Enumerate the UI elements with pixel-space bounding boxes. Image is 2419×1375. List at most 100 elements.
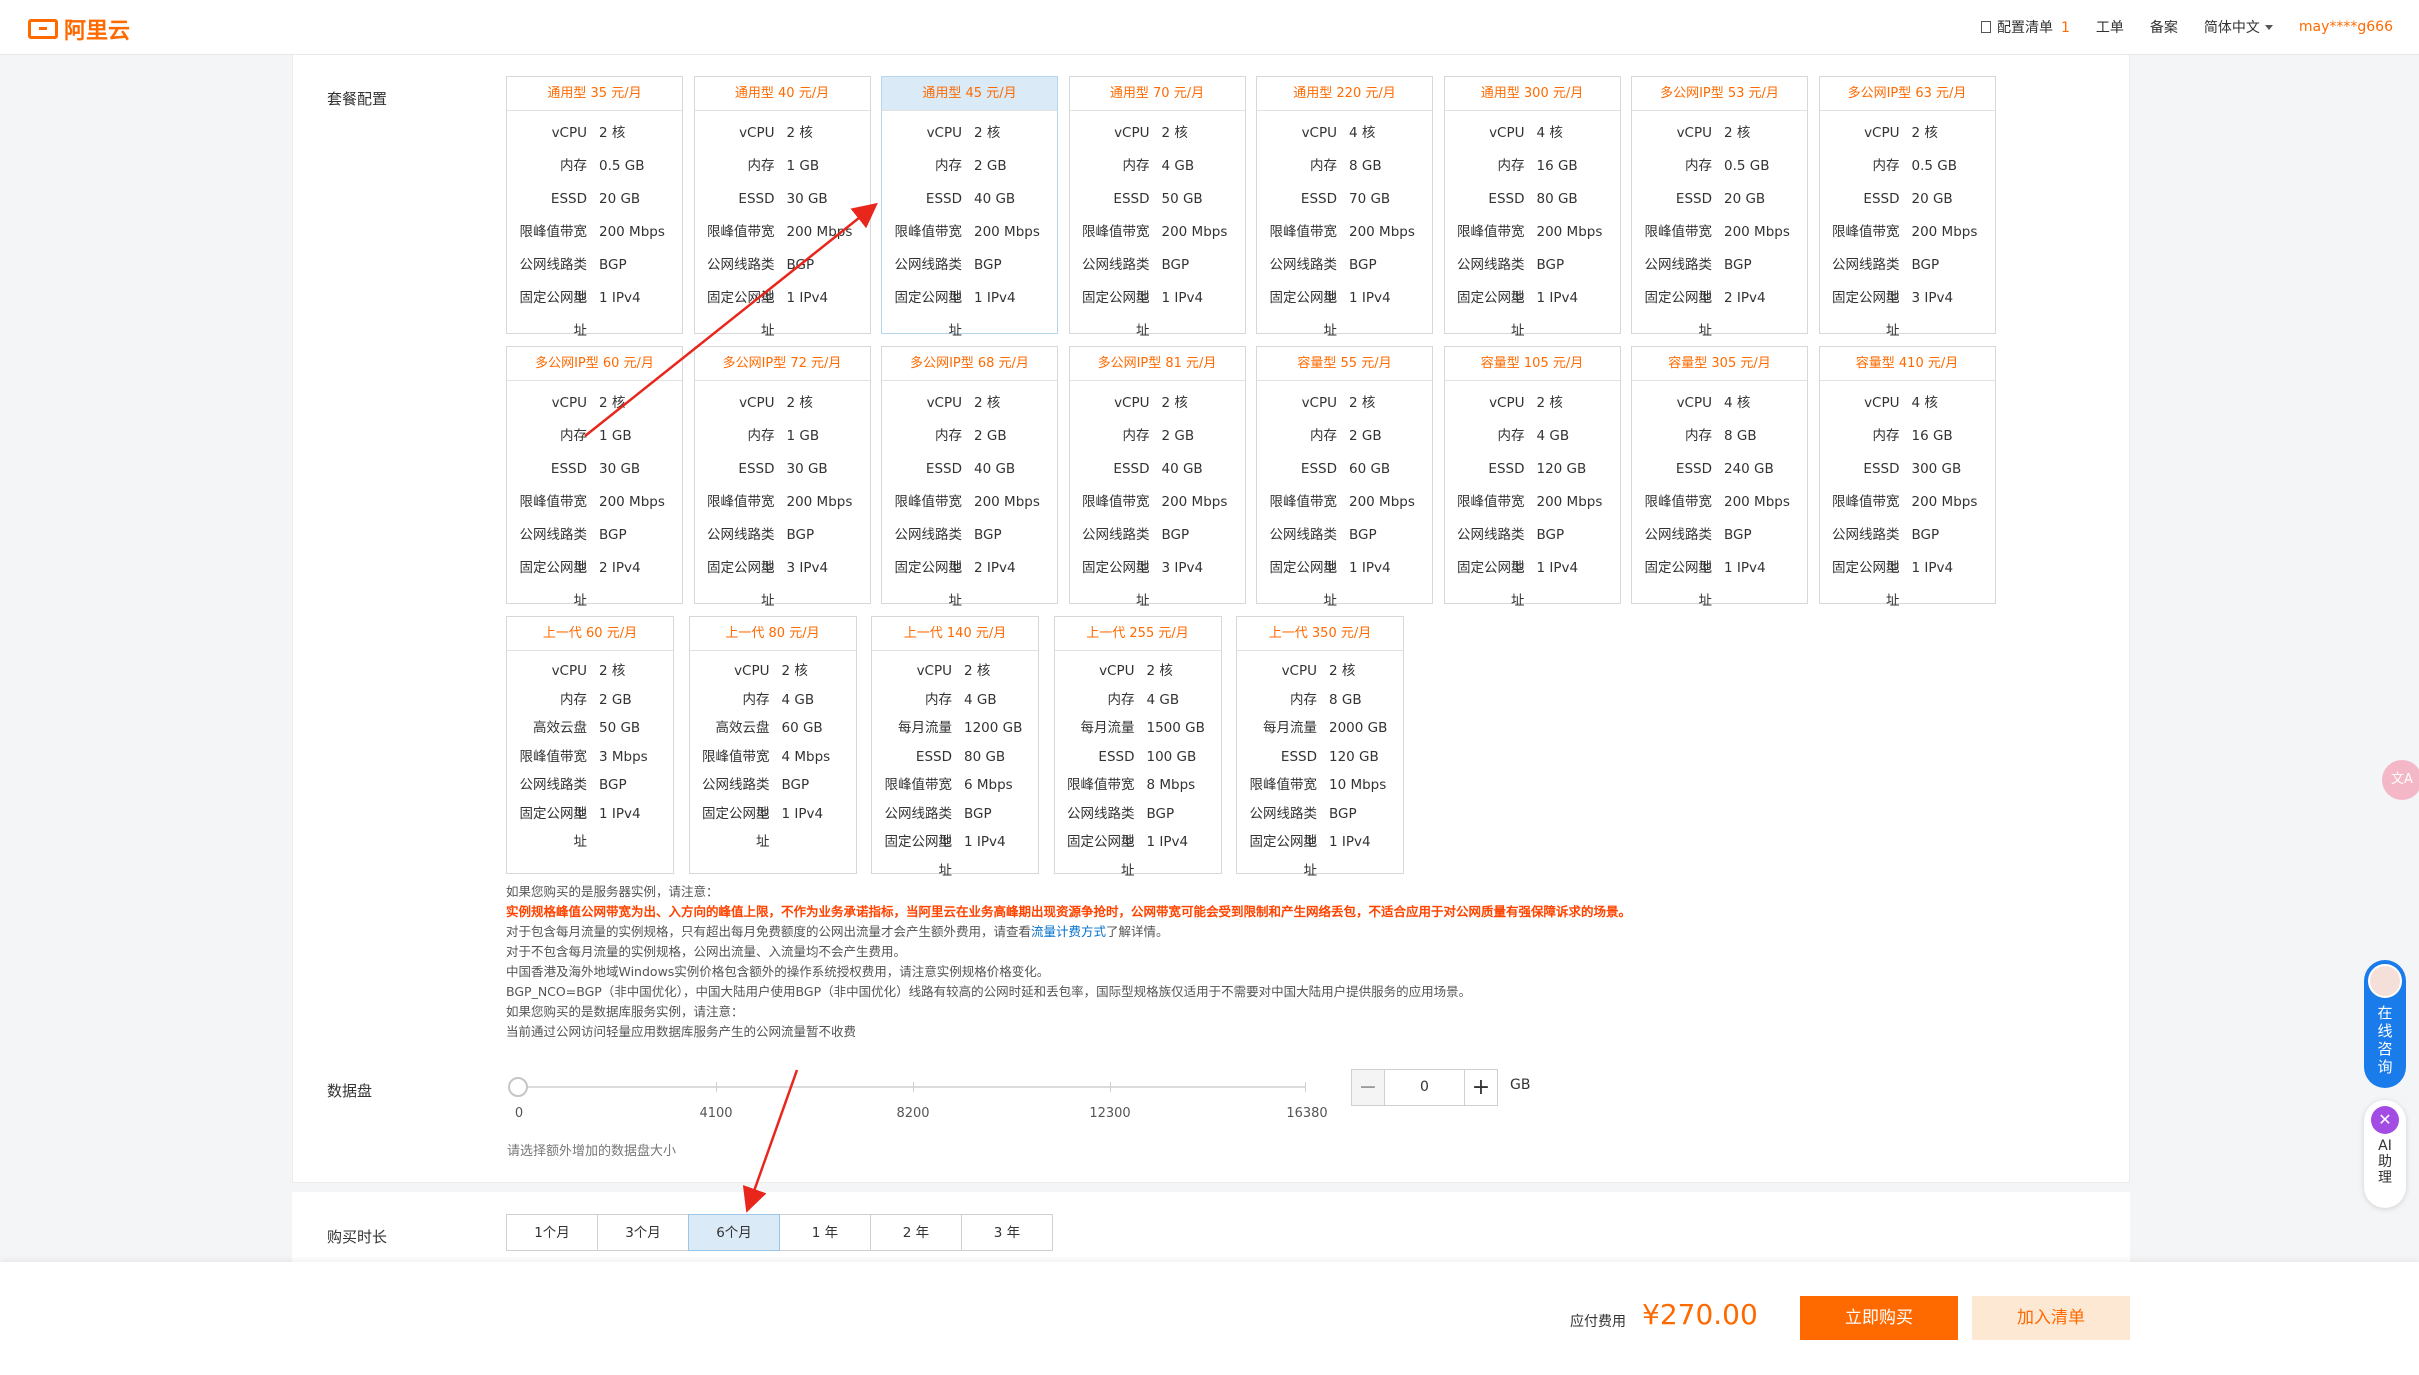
- spec-row: vCPU 2 核: [872, 657, 1038, 686]
- record-link[interactable]: 备案: [2150, 17, 2178, 37]
- spec-value: 40 GB: [974, 191, 1016, 207]
- cart-link[interactable]: 配置清单 1: [1980, 17, 2070, 37]
- spec-key: ESSD: [1113, 461, 1150, 477]
- ai-assistant-icon: ✕: [2371, 1106, 2399, 1134]
- spec-key: 固定公网地址: [1644, 560, 1713, 609]
- plan-card[interactable]: 容量型 410 元/月 vCPU 4 核内存 16 GB ESSD 300 GB 限峰值带宽…: [1818, 346, 1996, 609]
- spec-row: vCPU 4 核: [1632, 387, 1807, 420]
- ticket-link[interactable]: 工单: [2096, 17, 2124, 37]
- plan-card[interactable]: 通用型 45 元/月 vCPU 2 核内存 2 GB ESSD 40 GB 限峰值带宽 200…: [881, 76, 1058, 339]
- spec-row: 公网线路类型 BGP: [507, 249, 682, 306]
- duration-option[interactable]: 6个月: [688, 1214, 780, 1251]
- spec-row: ESSD 40 GB: [882, 453, 1057, 486]
- spec-row: 固定公网地址 1 IPv4: [872, 828, 1038, 879]
- translate-icon[interactable]: 文A: [2382, 760, 2419, 800]
- spec-value: 2 核: [974, 395, 1001, 411]
- spec-key: 限峰值带宽: [1832, 224, 1900, 240]
- note-line: 如果您购买的是数据库服务实例，请注意：: [506, 1004, 744, 1019]
- ai-assistant-button[interactable]: ✕ AI 助理: [2364, 1100, 2406, 1208]
- user-account[interactable]: may****g666: [2299, 19, 2393, 35]
- plan-title: 容量型 55 元/月: [1257, 347, 1432, 381]
- spec-key: 固定公网地址: [1269, 560, 1338, 609]
- duration-option[interactable]: 3个月: [597, 1214, 689, 1251]
- plan-title: 上一代 80 元/月: [689, 617, 856, 651]
- aliyun-logo[interactable]: 阿里云: [28, 13, 130, 45]
- decrement-button[interactable]: −: [1352, 1070, 1385, 1105]
- spec-value: 6 Mbps: [964, 777, 1013, 793]
- plan-card[interactable]: 通用型 70 元/月 vCPU 2 核内存 4 GB ESSD 50 GB 限峰值带宽 200…: [1068, 76, 1246, 339]
- disk-slider-track[interactable]: [518, 1086, 1306, 1088]
- duration-option[interactable]: 1 年: [779, 1214, 871, 1251]
- plan-card[interactable]: 容量型 55 元/月 vCPU 2 核内存 2 GB ESSD 60 GB 限峰值带宽 200…: [1256, 346, 1433, 609]
- spec-row: ESSD 40 GB: [882, 183, 1057, 216]
- plan-card[interactable]: 上一代 140 元/月 vCPU 2 核内存 4 GB 每月流量 1200 GB ESSD 8…: [871, 616, 1039, 879]
- spec-key: vCPU: [551, 395, 587, 411]
- plan-card[interactable]: 通用型 40 元/月 vCPU 2 核内存 1 GB ESSD 30 GB 限峰值带宽 200…: [693, 76, 871, 339]
- spec-key: 内存: [747, 428, 775, 444]
- spec-key: 固定公网地址: [1644, 290, 1713, 339]
- plan-card[interactable]: 通用型 220 元/月 vCPU 4 核内存 8 GB ESSD 70 GB 限峰值带宽 20…: [1256, 76, 1433, 339]
- traffic-billing-link[interactable]: 流量计费方式: [1031, 924, 1106, 939]
- plan-card[interactable]: 多公网IP型 72 元/月 vCPU 2 核内存 1 GB ESSD 30 GB 限峰值带宽…: [693, 346, 871, 609]
- plan-card[interactable]: 通用型 35 元/月 vCPU 2 核内存 0.5 GB ESSD 20 GB 限峰值带宽 2…: [506, 76, 683, 339]
- spec-row: ESSD 30 GB: [695, 453, 870, 486]
- spec-value: 2 核: [1724, 125, 1751, 141]
- spec-row: 限峰值带宽 200 Mbps: [1632, 216, 1807, 249]
- increment-button[interactable]: +: [1464, 1070, 1497, 1105]
- spec-key: 公网线路类型: [1269, 527, 1338, 576]
- disk-size-input[interactable]: 0: [1385, 1070, 1464, 1105]
- spec-value: 30 GB: [786, 461, 828, 477]
- spec-row: 内存 2 GB: [1070, 420, 1245, 453]
- plan-card[interactable]: 多公网IP型 53 元/月 vCPU 2 核内存 0.5 GB ESSD 20 GB 限峰值…: [1631, 76, 1808, 339]
- spec-key: 高效云盘: [533, 720, 587, 736]
- spec-value: 1 IPv4: [974, 290, 1016, 306]
- spec-row: 内存 4 GB: [1445, 420, 1620, 453]
- spec-key: 固定公网地址: [519, 560, 588, 609]
- spec-value: 2 核: [964, 663, 991, 679]
- plan-card[interactable]: 上一代 60 元/月 vCPU 2 核内存 2 GB 高效云盘 50 GB 限峰值带宽 3 M…: [506, 616, 674, 874]
- spec-value: 120 GB: [1536, 461, 1587, 477]
- plan-card[interactable]: 多公网IP型 68 元/月 vCPU 2 核内存 2 GB ESSD 40 GB 限峰值带宽…: [881, 346, 1058, 609]
- add-to-list-button[interactable]: 加入清单: [1972, 1296, 2130, 1340]
- note-line: BGP_NCO=BGP（非中国优化），中国大陆用户使用BGP（非中国优化）线路有…: [506, 984, 1472, 999]
- spec-value: 1 IPv4: [1724, 560, 1766, 576]
- spec-value: 8 GB: [1724, 428, 1757, 444]
- spec-row: vCPU 2 核: [507, 117, 682, 150]
- spec-row: 限峰值带宽 200 Mbps: [1257, 486, 1432, 519]
- plan-card[interactable]: 上一代 255 元/月 vCPU 2 核内存 4 GB 每月流量 1500 GB ESSD 1…: [1053, 616, 1222, 879]
- plan-card[interactable]: 多公网IP型 63 元/月 vCPU 2 核内存 0.5 GB ESSD 20 GB 限峰值…: [1818, 76, 1996, 339]
- spec-key: 固定公网地址: [1249, 834, 1318, 879]
- duration-option[interactable]: 3 年: [961, 1214, 1053, 1251]
- spec-key: 限峰值带宽: [1067, 777, 1135, 793]
- plan-card[interactable]: 通用型 300 元/月 vCPU 4 核内存 16 GB ESSD 80 GB 限峰值带宽 2…: [1443, 76, 1621, 339]
- spec-value: 60 GB: [1349, 461, 1391, 477]
- plan-card[interactable]: 多公网IP型 81 元/月 vCPU 2 核内存 2 GB ESSD 40 GB 限峰值带宽…: [1068, 346, 1246, 609]
- plan-card[interactable]: 容量型 105 元/月 vCPU 2 核内存 4 GB ESSD 120 GB 限峰值带宽 2…: [1443, 346, 1621, 609]
- spec-key: vCPU: [734, 663, 770, 679]
- spec-key: vCPU: [1281, 663, 1317, 679]
- spec-row: 公网线路类型 BGP: [690, 771, 856, 822]
- spec-value: BGP: [1349, 527, 1377, 543]
- spec-row: vCPU 2 核: [690, 657, 856, 686]
- spec-row: 限峰值带宽 200 Mbps: [1445, 486, 1620, 519]
- spec-row: ESSD 30 GB: [695, 183, 870, 216]
- spec-value: 200 Mbps: [1349, 224, 1415, 240]
- plan-card[interactable]: 上一代 80 元/月 vCPU 2 核内存 4 GB 高效云盘 60 GB 限峰值带宽 4 M…: [688, 616, 857, 874]
- language-select[interactable]: 简体中文: [2204, 17, 2273, 37]
- plan-card[interactable]: 多公网IP型 60 元/月 vCPU 2 核内存 1 GB ESSD 30 GB 限峰值带宽…: [506, 346, 683, 609]
- buy-now-button[interactable]: 立即购买: [1800, 1296, 1958, 1340]
- plan-card[interactable]: 容量型 305 元/月 vCPU 4 核内存 8 GB ESSD 240 GB 限峰值带宽 2…: [1631, 346, 1808, 609]
- duration-option[interactable]: 1个月: [506, 1214, 598, 1251]
- plan-card[interactable]: 上一代 350 元/月 vCPU 2 核内存 8 GB 每月流量 2000 GB ESSD 1…: [1236, 616, 1404, 879]
- spec-value: 2 IPv4: [599, 560, 641, 576]
- spec-row: 固定公网地址 1 IPv4: [1445, 552, 1620, 609]
- spec-value: 1500 GB: [1146, 720, 1205, 736]
- top-nav: 配置清单 1 工单 备案 简体中文 may****g666: [1955, 17, 2393, 37]
- spec-row: vCPU 2 核: [1445, 387, 1620, 420]
- online-consult-button[interactable]: 在线咨询: [2364, 960, 2406, 1088]
- spec-value: BGP: [599, 777, 627, 793]
- duration-option[interactable]: 2 年: [870, 1214, 962, 1251]
- spec-row: 限峰值带宽 200 Mbps: [1445, 216, 1620, 249]
- disk-slider-handle[interactable]: [508, 1077, 528, 1097]
- spec-key: ESSD: [738, 191, 775, 207]
